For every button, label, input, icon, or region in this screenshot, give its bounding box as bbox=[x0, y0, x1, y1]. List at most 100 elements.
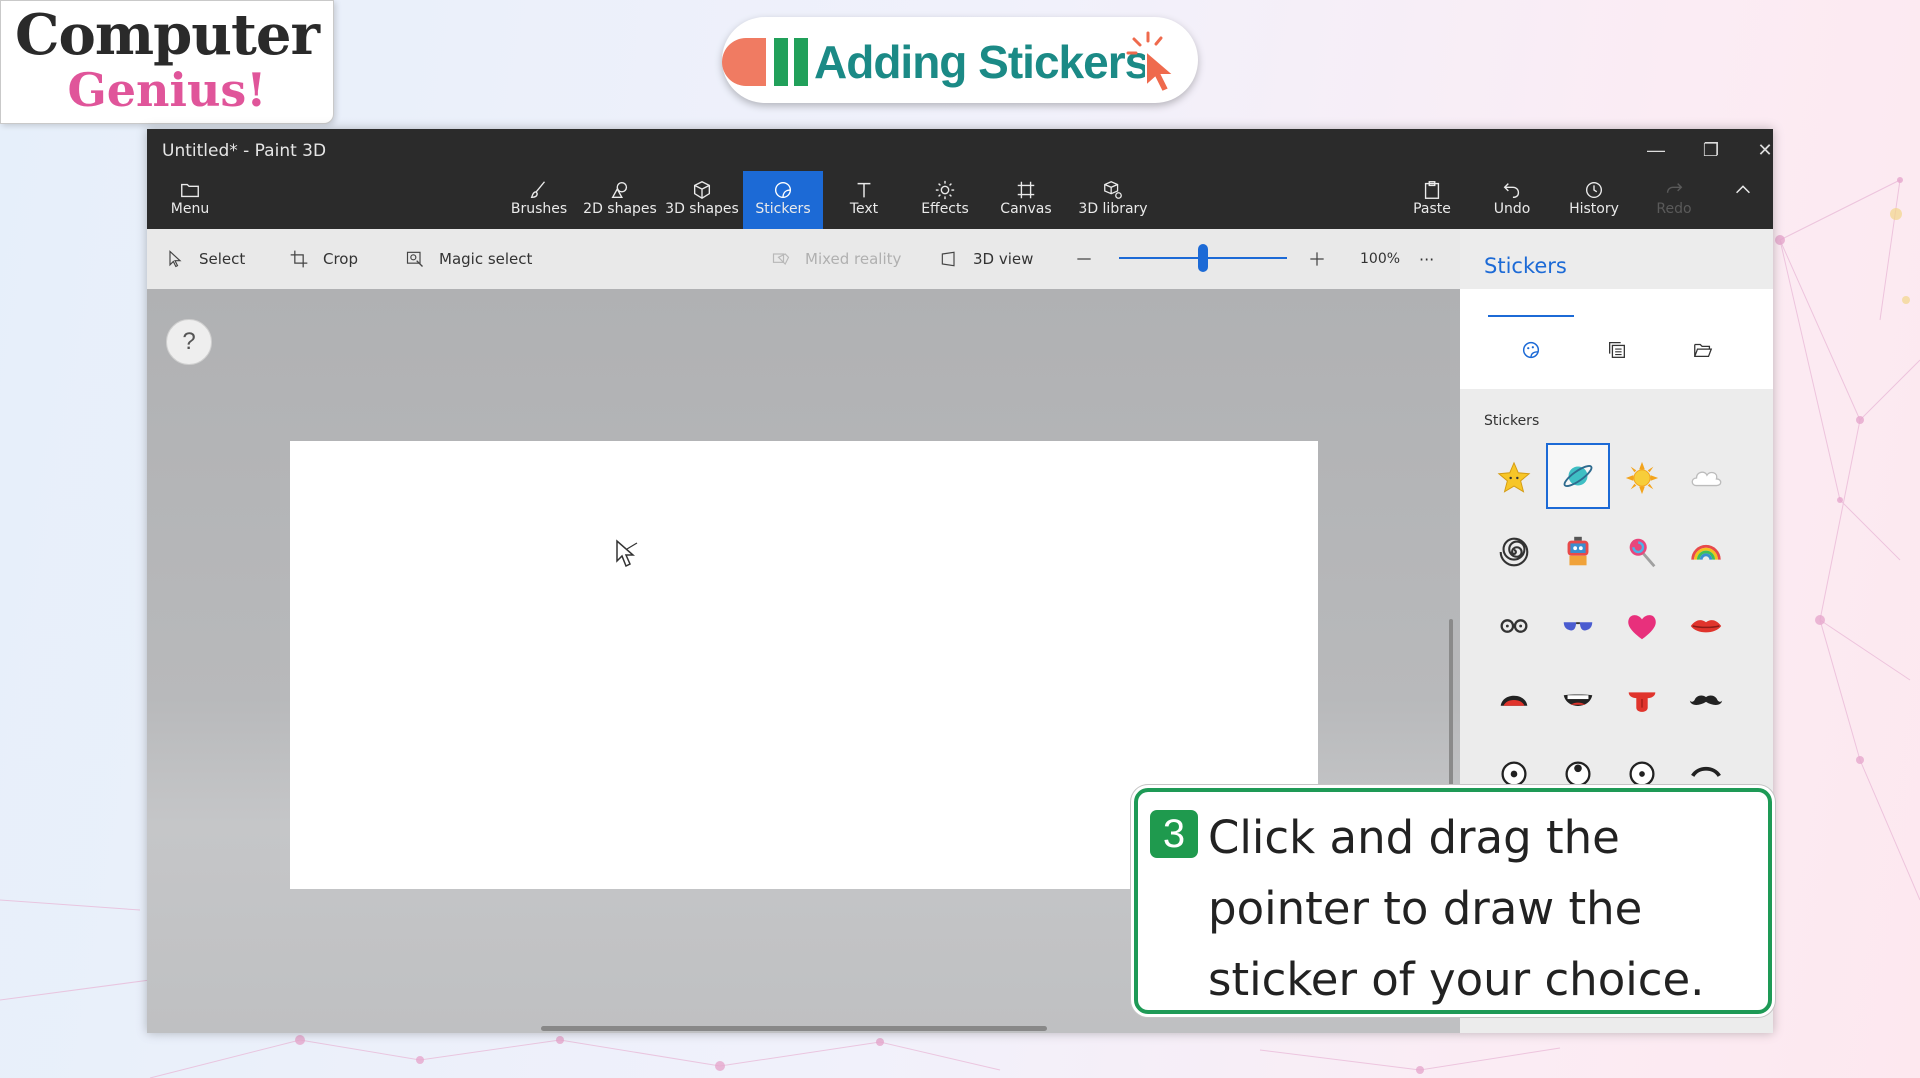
computer-genius-logo: Computer Genius! bbox=[0, 0, 334, 124]
3d-view-button[interactable]: 3D view bbox=[939, 247, 1033, 271]
click-cursor-icon bbox=[1126, 31, 1177, 94]
logo-line-genius: Genius! bbox=[67, 63, 267, 117]
magic-select-icon bbox=[406, 251, 423, 267]
title-decoration-bar bbox=[774, 38, 788, 86]
sticker-sun-icon[interactable] bbox=[1610, 445, 1674, 511]
crop-label: Crop bbox=[323, 250, 359, 268]
tab-2d-shapes[interactable]: 2D shapes bbox=[579, 171, 661, 229]
magic-select-button[interactable]: Magic select bbox=[405, 247, 532, 271]
sticker-mouth-teeth-icon[interactable] bbox=[1546, 667, 1610, 733]
sticker-sunglasses-icon[interactable] bbox=[1546, 593, 1610, 659]
crop-button[interactable]: Crop bbox=[289, 247, 358, 271]
crop-icon bbox=[290, 250, 308, 268]
tab-effects[interactable]: Effects bbox=[905, 171, 985, 229]
panel-title: Stickers bbox=[1484, 254, 1567, 278]
tab-stickers[interactable]: Stickers bbox=[743, 171, 823, 229]
select-button[interactable]: Select bbox=[165, 247, 245, 271]
brush-icon bbox=[499, 171, 579, 201]
chevron-up-icon bbox=[1723, 171, 1763, 201]
history-button[interactable]: History bbox=[1557, 171, 1631, 229]
tab-3d-shapes[interactable]: 3D shapes bbox=[661, 171, 743, 229]
3d-library-icon bbox=[1067, 171, 1159, 201]
mixed-reality-label: Mixed reality bbox=[805, 250, 902, 268]
sticker-robot-icon[interactable] bbox=[1546, 519, 1610, 585]
tab-sticker-palette[interactable] bbox=[1488, 315, 1574, 385]
stickers-section-label: Stickers bbox=[1484, 413, 1540, 429]
collapse-ribbon-button[interactable] bbox=[1723, 171, 1763, 229]
sticker-cloud-icon[interactable] bbox=[1674, 445, 1738, 511]
minimize-icon[interactable]: — bbox=[1636, 137, 1676, 163]
cube-icon bbox=[661, 171, 743, 201]
step-number-badge: 3 bbox=[1150, 810, 1198, 858]
canvas-icon bbox=[985, 171, 1067, 201]
zoom-slider-thumb[interactable] bbox=[1198, 244, 1208, 272]
redo-button[interactable]: Redo bbox=[1641, 171, 1707, 229]
sticker-palette-icon bbox=[1522, 341, 1540, 359]
tab-folder[interactable] bbox=[1660, 317, 1746, 387]
magic-select-label: Magic select bbox=[439, 250, 533, 268]
tab-label: 2D shapes bbox=[583, 201, 657, 217]
mixed-reality-button[interactable]: Mixed reality bbox=[771, 247, 901, 271]
zoom-percentage: 100% bbox=[1360, 251, 1401, 267]
redo-icon bbox=[1641, 171, 1707, 201]
plus-icon bbox=[1310, 252, 1324, 266]
zoom-in-button[interactable] bbox=[1307, 247, 1341, 271]
sticker-heart-icon[interactable] bbox=[1610, 593, 1674, 659]
more-options-button[interactable]: ··· bbox=[1419, 247, 1434, 271]
instruction-text: Click and drag the pointer to draw the s… bbox=[1208, 811, 1705, 1006]
help-button[interactable]: ? bbox=[166, 319, 212, 365]
undo-icon bbox=[1477, 171, 1547, 201]
tab-label: Effects bbox=[921, 201, 969, 217]
sticker-tongue-icon[interactable] bbox=[1610, 667, 1674, 733]
tab-brushes[interactable]: Brushes bbox=[499, 171, 579, 229]
window-title: Untitled* - Paint 3D bbox=[162, 141, 327, 161]
tab-canvas[interactable]: Canvas bbox=[985, 171, 1067, 229]
folder-open-icon bbox=[1694, 343, 1713, 358]
tab-label: Brushes bbox=[510, 201, 568, 217]
menu-button[interactable]: Menu bbox=[165, 171, 215, 229]
clipboard-icon bbox=[1397, 171, 1467, 201]
title-decoration-bar bbox=[794, 38, 808, 86]
tab-label: 3D library bbox=[1078, 201, 1148, 217]
history-clock-icon bbox=[1557, 171, 1631, 201]
horizontal-scrollbar[interactable] bbox=[541, 1026, 1047, 1031]
tab-3d-library[interactable]: 3D library bbox=[1067, 171, 1159, 229]
sticker-star-icon[interactable] bbox=[1482, 445, 1546, 511]
logo-line-computer: Computer bbox=[14, 2, 320, 68]
folder-icon bbox=[165, 171, 215, 201]
sticker-rainbow-icon[interactable] bbox=[1674, 519, 1738, 585]
paste-label: Paste bbox=[1413, 201, 1451, 217]
undo-label: Undo bbox=[1493, 201, 1531, 217]
tab-text[interactable]: Text bbox=[823, 171, 905, 229]
history-label: History bbox=[1569, 201, 1619, 217]
mixed-reality-icon bbox=[772, 253, 790, 265]
sticker-glasses-icon[interactable] bbox=[1482, 593, 1546, 659]
sticker-lips-icon[interactable] bbox=[1674, 593, 1738, 659]
tab-stamps[interactable] bbox=[1574, 317, 1660, 387]
title-bar: Untitled* - Paint 3D — ❐ ✕ bbox=[147, 129, 1773, 171]
title-decoration-bar bbox=[722, 38, 766, 86]
redo-label: Redo bbox=[1656, 201, 1692, 217]
ribbon-toolbar: Menu Brushes 2D shapes 3D shapes Sticker… bbox=[147, 171, 1773, 229]
paste-button[interactable]: Paste bbox=[1397, 171, 1467, 229]
tab-label: Text bbox=[849, 201, 879, 217]
menu-label: Menu bbox=[170, 201, 210, 217]
tool-options-bar: Select Crop Magic select Mixed reality 3… bbox=[147, 229, 1460, 289]
stamps-icon bbox=[1609, 342, 1625, 358]
sticker-icon bbox=[743, 171, 823, 201]
2d-shapes-icon bbox=[579, 171, 661, 201]
undo-button[interactable]: Undo bbox=[1477, 171, 1547, 229]
mouse-pointer-icon bbox=[616, 539, 638, 568]
restore-icon[interactable]: ❐ bbox=[1691, 137, 1731, 163]
tab-label: 3D shapes bbox=[665, 201, 739, 217]
lesson-title-pill: Adding Stickers bbox=[722, 17, 1198, 103]
zoom-out-button[interactable] bbox=[1074, 247, 1108, 271]
sticker-mouth-open-icon[interactable] bbox=[1482, 667, 1546, 733]
tab-label: Canvas bbox=[1000, 201, 1052, 217]
sticker-mustache-icon[interactable] bbox=[1674, 667, 1738, 733]
sticker-lollipop-icon[interactable] bbox=[1610, 519, 1674, 585]
close-icon[interactable]: ✕ bbox=[1745, 137, 1773, 163]
sticker-swirl-icon[interactable] bbox=[1482, 519, 1546, 585]
sticker-planet-icon[interactable] bbox=[1546, 443, 1610, 509]
select-arrow-icon bbox=[169, 250, 182, 268]
